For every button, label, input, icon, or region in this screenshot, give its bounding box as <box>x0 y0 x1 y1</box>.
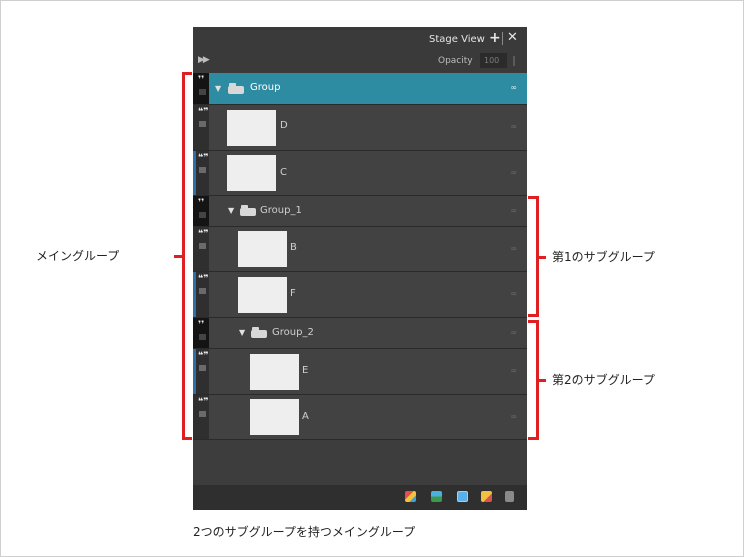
layer-color-bar <box>193 151 196 195</box>
panel-topbar: Stage View + ✕ ▶▶ Opacity 100 <box>193 27 527 73</box>
link-icon[interactable]: ∞ <box>510 122 517 131</box>
bracket-bottom <box>528 437 539 440</box>
layer-gutter: ❝❞ <box>193 227 209 271</box>
layer-gutter: ❝❞ <box>193 349 209 394</box>
link-icon[interactable]: ∞ <box>510 328 517 337</box>
link-icon[interactable]: ∞ <box>510 168 517 177</box>
lock-icon[interactable] <box>199 243 206 249</box>
opacity-label: Opacity <box>438 56 473 66</box>
group-name: Group <box>250 82 281 93</box>
link-icon[interactable]: ∞ <box>510 83 517 92</box>
layer-thumbnail <box>250 354 299 390</box>
folder-icon <box>251 327 267 338</box>
bracket-bottom <box>528 314 539 317</box>
close-icon[interactable]: ✕ <box>507 30 518 45</box>
toolbar-separator <box>502 32 503 45</box>
lock-icon[interactable] <box>199 288 206 294</box>
layer-gutter: ❜❜ <box>193 318 209 348</box>
eye-icon[interactable]: ❝❞ <box>198 275 209 284</box>
eye-icon[interactable]: ❜❜ <box>198 76 207 85</box>
bracket-tick <box>174 255 183 258</box>
layer-row-c[interactable]: ❝❞ C ∞ <box>193 151 527 196</box>
group-name: Group_1 <box>260 205 302 216</box>
bracket-tick <box>538 256 546 259</box>
link-icon[interactable]: ∞ <box>510 206 517 215</box>
bracket-top <box>182 72 192 75</box>
bracket-bottom <box>182 437 192 440</box>
layer-name: E <box>302 365 309 376</box>
folder-icon <box>240 205 256 216</box>
bracket-tick <box>538 379 546 382</box>
duplicate-icon[interactable] <box>457 491 468 502</box>
layer-gutter: ❝❞ <box>193 151 209 195</box>
eye-icon[interactable]: ❝❞ <box>198 230 209 239</box>
lock-icon[interactable] <box>199 89 206 95</box>
layer-row-f[interactable]: ❝❞ F ∞ <box>193 272 527 318</box>
layer-name: F <box>290 288 296 299</box>
bracket-top <box>528 320 539 323</box>
lock-icon[interactable] <box>199 365 206 371</box>
sub-group-1-label: 第1のサブグループ <box>552 250 655 264</box>
layer-name: A <box>302 411 309 422</box>
add-layer-icon[interactable] <box>405 491 416 502</box>
figure-caption: 2つのサブグループを持つメイングループ <box>193 525 416 539</box>
layer-thumbnail <box>227 110 276 146</box>
layer-name: B <box>290 242 297 253</box>
lock-icon[interactable] <box>199 167 206 173</box>
eye-icon[interactable]: ❝❞ <box>198 108 209 117</box>
eye-icon[interactable]: ❜❜ <box>198 199 207 208</box>
opacity-slider-handle[interactable] <box>513 56 515 66</box>
layer-row-b[interactable]: ❝❞ B ∞ <box>193 227 527 272</box>
link-icon[interactable]: ∞ <box>510 412 517 421</box>
sub-group-2-label: 第2のサブグループ <box>552 373 655 387</box>
layer-color-bar <box>193 349 196 394</box>
add-group-icon[interactable] <box>481 491 492 502</box>
add-drawing-layer-icon[interactable] <box>431 491 442 502</box>
link-icon[interactable]: ∞ <box>510 289 517 298</box>
eye-icon[interactable]: ❝❞ <box>198 352 209 361</box>
group-name: Group_2 <box>272 327 314 338</box>
layer-thumbnail <box>227 155 276 191</box>
layer-color-bar <box>193 272 196 317</box>
lock-icon[interactable] <box>199 212 206 218</box>
trash-icon[interactable] <box>505 491 514 502</box>
opacity-field[interactable]: 100 <box>480 53 507 68</box>
lock-icon[interactable] <box>199 334 206 340</box>
layer-gutter: ❜❜ <box>193 196 209 226</box>
lock-icon[interactable] <box>199 411 206 417</box>
collapse-triangle-icon[interactable]: ▼ <box>239 328 245 337</box>
layer-row-group-1[interactable]: ❜❜ ▼ Group_1 ∞ <box>193 196 527 227</box>
main-group-label: メイングループ <box>36 249 120 263</box>
layer-row-group[interactable]: ❜❜ ▼ Group ∞ <box>193 73 527 105</box>
link-icon[interactable]: ∞ <box>510 244 517 253</box>
layer-row-group-2[interactable]: ❜❜ ▼ Group_2 ∞ <box>193 318 527 349</box>
layer-thumbnail <box>238 231 287 267</box>
layer-row-d[interactable]: ❝❞ D ∞ <box>193 105 527 151</box>
folder-icon <box>228 83 244 94</box>
layer-panel: Stage View + ✕ ▶▶ Opacity 100 ❜❜ ▼ Group… <box>193 27 527 510</box>
layer-gutter: ❜❜ <box>193 73 209 104</box>
lock-icon[interactable] <box>199 121 206 127</box>
layer-row-a[interactable]: ❝❞ A ∞ <box>193 395 527 440</box>
link-icon[interactable]: ∞ <box>510 366 517 375</box>
layer-name: C <box>280 167 287 178</box>
stage-view-tab[interactable]: Stage View <box>429 34 485 45</box>
add-view-icon[interactable]: + <box>489 30 501 46</box>
collapse-triangle-icon[interactable]: ▼ <box>215 84 221 93</box>
layer-name: D <box>280 120 288 131</box>
eye-icon[interactable]: ❝❞ <box>198 398 209 407</box>
collapse-triangle-icon[interactable]: ▼ <box>228 206 234 215</box>
layer-row-e[interactable]: ❝❞ E ∞ <box>193 349 527 395</box>
eye-icon[interactable]: ❝❞ <box>198 154 209 163</box>
eye-icon[interactable]: ❜❜ <box>198 321 207 330</box>
expand-panel-icon[interactable]: ▶▶ <box>198 55 210 65</box>
layer-thumbnail <box>250 399 299 435</box>
layer-gutter: ❝❞ <box>193 395 209 439</box>
panel-bottom-toolbar <box>193 485 527 510</box>
bracket-top <box>528 196 539 199</box>
layer-gutter: ❝❞ <box>193 105 209 150</box>
layer-thumbnail <box>238 277 287 313</box>
layer-gutter: ❝❞ <box>193 272 209 317</box>
